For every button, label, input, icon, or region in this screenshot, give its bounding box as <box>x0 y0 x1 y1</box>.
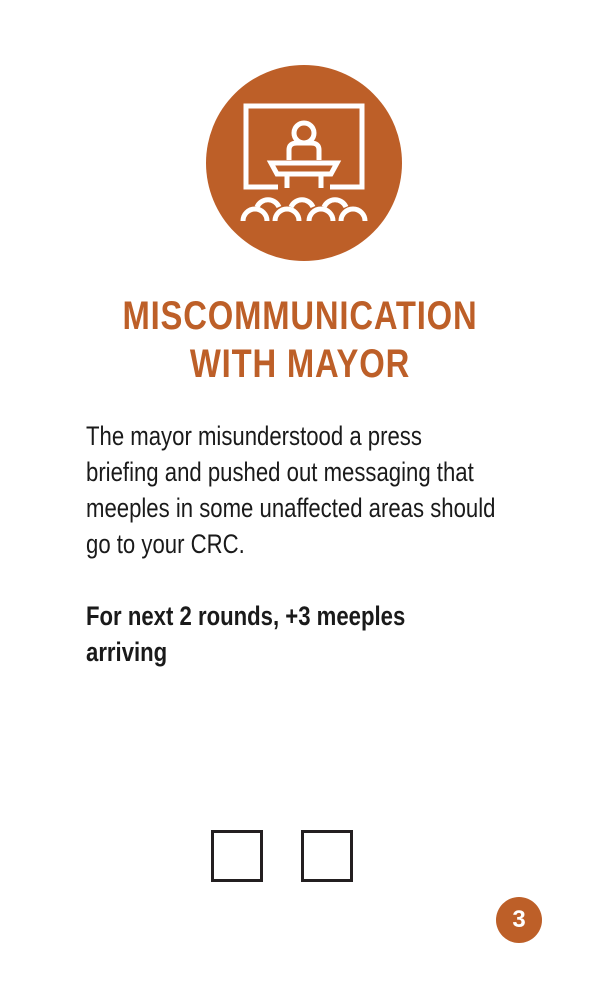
card-description: The mayor misunderstood a press briefing… <box>86 421 496 559</box>
card-title: MISCOMMUNICATION WITH MAYOR <box>54 292 546 388</box>
press-briefing-icon <box>206 65 402 261</box>
title-line-1: MISCOMMUNICATION <box>122 294 478 338</box>
round-checkbox-1[interactable] <box>211 830 263 882</box>
card-number-badge: 3 <box>496 897 542 943</box>
card-effect: For next 2 rounds, +3 meeples arriving <box>86 601 406 667</box>
title-line-2: WITH MAYOR <box>189 342 411 386</box>
round-checkbox-2[interactable] <box>301 830 353 882</box>
